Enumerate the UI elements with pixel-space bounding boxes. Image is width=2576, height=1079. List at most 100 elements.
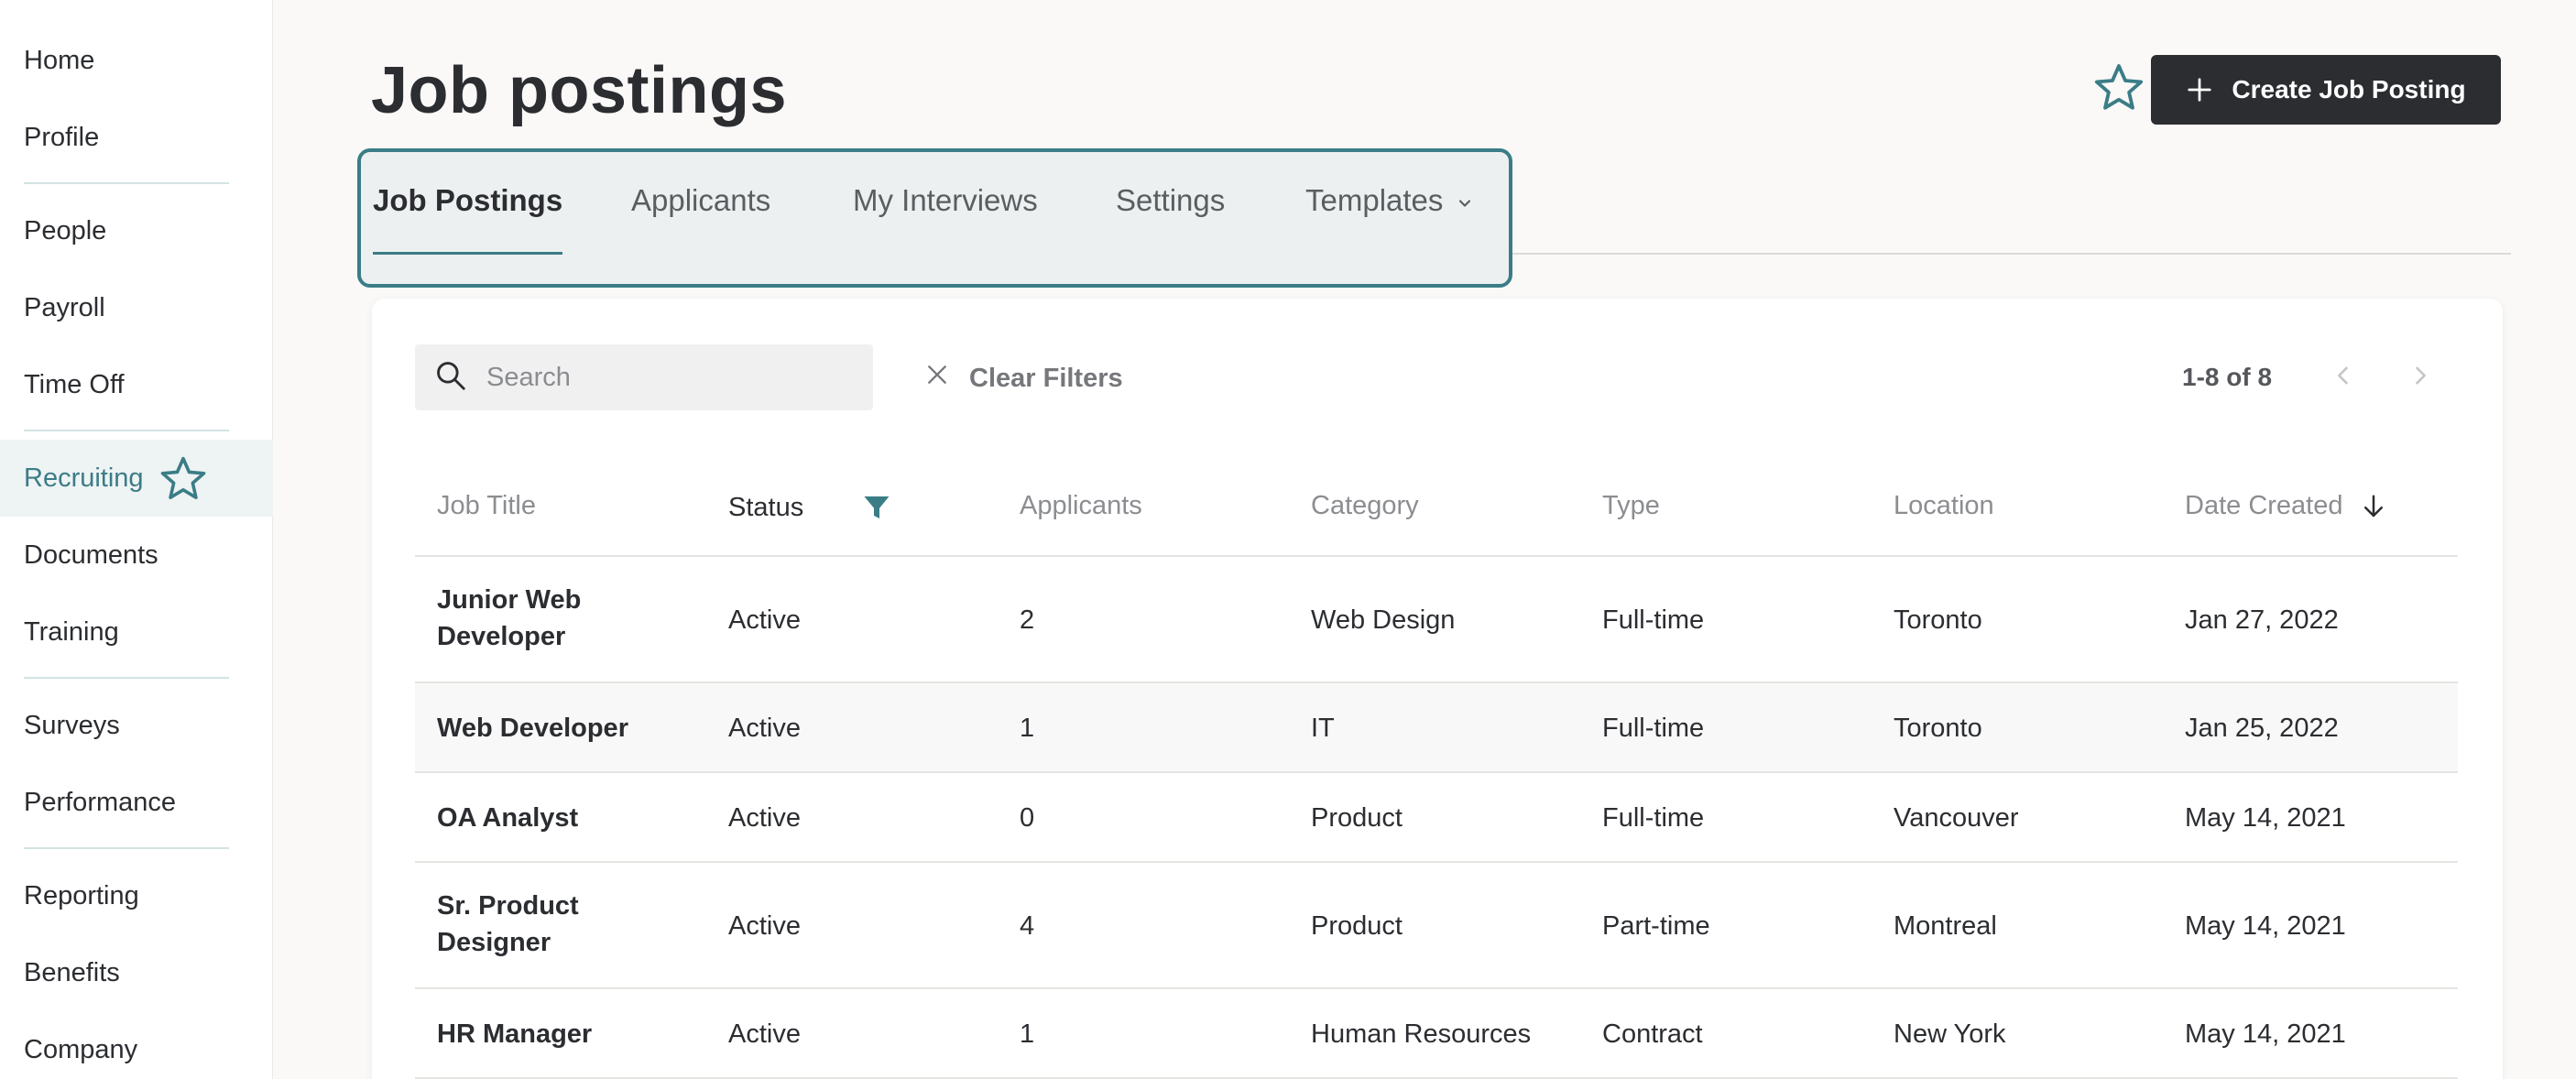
cell-location: Toronto bbox=[1894, 605, 1982, 635]
sidebar-divider bbox=[24, 430, 229, 431]
cell-date-created: May 14, 2021 bbox=[2185, 911, 2346, 941]
sidebar-item-surveys[interactable]: Surveys bbox=[0, 687, 273, 764]
column-header-type[interactable]: Type bbox=[1602, 491, 1660, 521]
star-icon[interactable] bbox=[158, 453, 208, 503]
cell-category: Product bbox=[1311, 911, 1403, 941]
cell-job-title[interactable]: HR Manager bbox=[437, 1016, 675, 1052]
column-label: Category bbox=[1311, 491, 1419, 520]
sidebar-item-label: People bbox=[24, 215, 107, 245]
cell-job-title[interactable]: OA Analyst bbox=[437, 800, 675, 836]
table-row[interactable]: Junior Web Developer Active 2 Web Design… bbox=[415, 557, 2458, 683]
cell-status: Active bbox=[728, 605, 801, 635]
sidebar-item-company[interactable]: Company bbox=[0, 1011, 273, 1079]
sidebar-item-payroll[interactable]: Payroll bbox=[0, 269, 273, 346]
close-icon bbox=[925, 363, 949, 394]
clear-filters-label: Clear Filters bbox=[969, 363, 1123, 393]
column-label: Date Created bbox=[2185, 491, 2343, 520]
sidebar-item-performance[interactable]: Performance bbox=[0, 764, 273, 841]
column-header-applicants[interactable]: Applicants bbox=[1020, 491, 1142, 521]
cell-status: Active bbox=[728, 911, 801, 941]
create-job-posting-label: Create Job Posting bbox=[2232, 75, 2466, 104]
table-row[interactable]: HR Manager Active 1 Human Resources Cont… bbox=[415, 989, 2458, 1079]
star-icon[interactable] bbox=[2092, 60, 2145, 118]
table-row[interactable]: Sr. Product Designer Active 4 Product Pa… bbox=[415, 863, 2458, 989]
column-label: Applicants bbox=[1020, 491, 1142, 520]
cell-applicants: 1 bbox=[1020, 714, 1035, 743]
tab-applicants[interactable]: Applicants bbox=[631, 183, 770, 255]
chevron-left-icon[interactable] bbox=[2330, 363, 2356, 393]
column-header-date-created[interactable]: Date Created bbox=[2185, 491, 2387, 521]
column-label: Type bbox=[1602, 491, 1660, 520]
cell-status: Active bbox=[728, 1019, 801, 1049]
cell-job-title[interactable]: Junior Web Developer bbox=[437, 582, 675, 655]
cell-type: Full-time bbox=[1602, 605, 1705, 635]
arrow-down-icon[interactable] bbox=[2360, 493, 2387, 520]
job-postings-card: Clear Filters 1-8 of 8 Job Title Status … bbox=[372, 299, 2503, 1079]
sidebar-divider bbox=[24, 677, 229, 679]
cell-type: Full-time bbox=[1602, 714, 1705, 743]
cell-date-created: Jan 27, 2022 bbox=[2185, 605, 2339, 635]
sidebar-item-recruiting[interactable]: Recruiting bbox=[0, 440, 273, 517]
sidebar-item-label: Company bbox=[24, 1034, 138, 1064]
column-label: Location bbox=[1894, 491, 1994, 520]
column-header-status[interactable]: Status bbox=[728, 491, 893, 524]
tab-label: Templates bbox=[1305, 183, 1444, 217]
cell-location: New York bbox=[1894, 1019, 2006, 1049]
plus-icon bbox=[2186, 76, 2213, 104]
tab-label: Job Postings bbox=[373, 183, 563, 217]
column-header-location[interactable]: Location bbox=[1894, 491, 1994, 521]
cell-status: Active bbox=[728, 803, 801, 833]
sidebar-item-label: Documents bbox=[24, 540, 158, 570]
sidebar-item-label: Reporting bbox=[24, 880, 139, 910]
column-label: Job Title bbox=[437, 491, 536, 520]
tab-label: My Interviews bbox=[853, 183, 1038, 217]
cell-location: Montreal bbox=[1894, 911, 1997, 941]
sidebar-divider bbox=[24, 847, 229, 849]
cell-job-title[interactable]: Sr. Product Designer bbox=[437, 888, 675, 961]
chevron-right-icon[interactable] bbox=[2407, 363, 2433, 393]
sidebar-item-benefits[interactable]: Benefits bbox=[0, 934, 273, 1011]
cell-job-title[interactable]: Web Developer bbox=[437, 710, 675, 747]
cell-type: Full-time bbox=[1602, 803, 1705, 833]
tab-settings[interactable]: Settings bbox=[1116, 183, 1225, 255]
table-row[interactable]: Web Developer Active 1 IT Full-time Toro… bbox=[415, 683, 2458, 773]
sidebar-item-training[interactable]: Training bbox=[0, 594, 273, 670]
search-icon bbox=[433, 358, 468, 398]
column-label: Status bbox=[728, 492, 804, 522]
tab-templates[interactable]: Templates bbox=[1305, 183, 1474, 255]
cell-type: Contract bbox=[1602, 1019, 1703, 1049]
tab-label: Settings bbox=[1116, 183, 1226, 217]
sidebar-item-home[interactable]: Home bbox=[0, 22, 273, 99]
sidebar-item-documents[interactable]: Documents bbox=[0, 517, 273, 594]
table-row[interactable]: OA Analyst Active 0 Product Full-time Va… bbox=[415, 773, 2458, 863]
cell-applicants: 0 bbox=[1020, 803, 1035, 833]
sidebar-item-label: Performance bbox=[24, 787, 177, 817]
tab-job-postings[interactable]: Job Postings bbox=[373, 183, 563, 255]
cell-date-created: Jan 25, 2022 bbox=[2185, 714, 2339, 743]
search-box[interactable] bbox=[415, 344, 873, 410]
column-header-job-title[interactable]: Job Title bbox=[437, 491, 536, 521]
sidebar-item-label: Profile bbox=[24, 122, 100, 152]
cell-applicants: 2 bbox=[1020, 605, 1035, 635]
tab-my-interviews[interactable]: My Interviews bbox=[853, 183, 1038, 255]
sidebar-item-label: Home bbox=[24, 45, 95, 75]
sidebar-item-reporting[interactable]: Reporting bbox=[0, 857, 273, 934]
search-input[interactable] bbox=[486, 362, 871, 393]
cell-category: Web Design bbox=[1311, 605, 1456, 635]
sidebar-item-people[interactable]: People bbox=[0, 192, 273, 269]
filter-icon[interactable] bbox=[860, 491, 893, 524]
cell-category: Human Resources bbox=[1311, 1019, 1532, 1049]
cell-location: Toronto bbox=[1894, 714, 1982, 743]
column-header-category[interactable]: Category bbox=[1311, 491, 1419, 521]
sidebar: Home Profile People Payroll Time Off Rec… bbox=[0, 0, 273, 1079]
page-title: Job postings bbox=[371, 54, 787, 127]
create-job-posting-button[interactable]: Create Job Posting bbox=[2151, 55, 2501, 125]
clear-filters-button[interactable]: Clear Filters bbox=[925, 355, 1123, 401]
sidebar-item-time-off[interactable]: Time Off bbox=[0, 346, 273, 423]
sidebar-item-label: Training bbox=[24, 616, 119, 647]
sidebar-item-profile[interactable]: Profile bbox=[0, 99, 273, 176]
sidebar-divider bbox=[24, 182, 229, 184]
sidebar-item-label: Surveys bbox=[24, 710, 120, 740]
cell-applicants: 1 bbox=[1020, 1019, 1035, 1049]
cell-date-created: May 14, 2021 bbox=[2185, 1019, 2346, 1049]
